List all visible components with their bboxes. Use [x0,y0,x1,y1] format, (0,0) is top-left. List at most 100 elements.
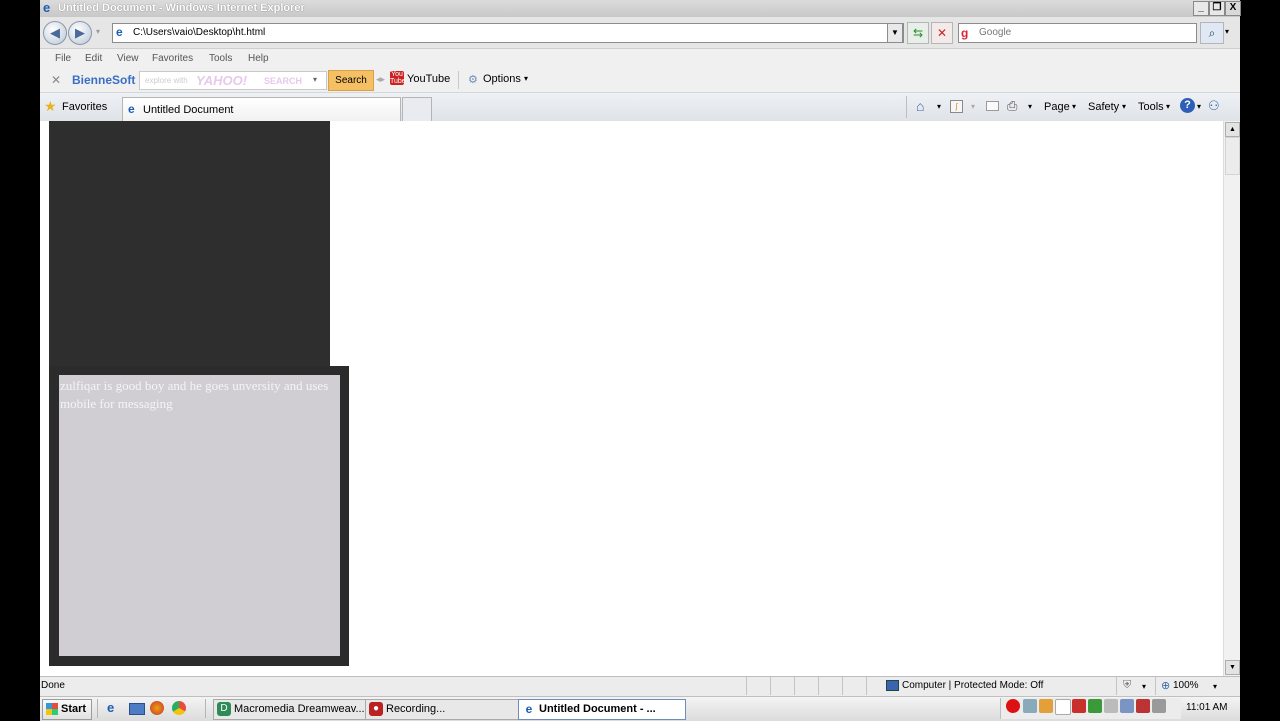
acrobat-tray-icon[interactable] [1072,699,1086,713]
print-icon[interactable]: ⎙ [1007,98,1017,114]
network-disconnected-icon[interactable] [1136,699,1150,713]
zone-text[interactable]: Computer | Protected Mode: Off [902,680,1043,691]
forward-button[interactable]: ▶ [68,21,92,45]
tab-label: Untitled Document [143,104,234,116]
status-divider-2 [1155,677,1156,695]
search-options-chevron-icon[interactable]: ▾ [1225,27,1229,36]
restore-button[interactable]: ❐ [1209,1,1225,16]
toolbar-divider [458,71,459,89]
menu-view[interactable]: View [117,53,139,64]
security-tray-icon[interactable] [1088,699,1102,713]
youtube-icon: You Tube [390,71,406,85]
ie-quicklaunch-icon[interactable]: e [107,700,114,715]
help-icon[interactable]: ? [1180,98,1195,113]
mail-icon[interactable] [986,101,999,111]
record-tray-icon[interactable] [1006,699,1020,713]
address-text: C:\Users\vaio\Desktop\ht.html [133,27,266,38]
task-untitled-document[interactable]: e Untitled Document - ... [518,699,686,720]
search-go-button[interactable]: ⌕ [1200,22,1224,44]
windows-logo-icon [46,703,58,715]
zoom-level[interactable]: 100% [1173,680,1199,691]
task-dreamweaver[interactable]: D Macromedia Dreamweav... [213,699,378,720]
chrome-icon[interactable] [172,701,186,715]
status-pane-6 [866,677,885,695]
zoom-chevron-icon[interactable]: ▾ [1213,682,1217,691]
vertical-scrollbar[interactable]: ▲ ▼ [1223,121,1240,676]
status-bar: Done Computer | Protected Mode: Off ⛨ ▾ … [40,676,1240,696]
volume-icon[interactable] [1152,699,1166,713]
safety-chevron-icon[interactable]: ▾ [1122,102,1126,111]
address-bar[interactable]: e C:\Users\vaio\Desktop\ht.html [112,23,904,43]
title-bar: e Untitled Document - Windows Internet E… [40,0,1241,17]
back-button[interactable]: ◀ [43,21,67,45]
refresh-button[interactable]: ⇆ [907,22,929,44]
favorites-button[interactable]: Favorites [62,101,107,113]
protected-mode-icon[interactable]: ⛨ [1123,679,1131,692]
status-pane-2 [770,677,791,695]
tools-chevron-icon[interactable]: ▾ [1166,102,1170,111]
youtube-link[interactable]: YouTube [407,73,450,85]
clock[interactable]: 11:01 AM [1186,702,1228,713]
tray-icon-8[interactable] [1120,699,1134,713]
stop-button[interactable]: ✕ [931,22,953,44]
window-title: Untitled Document - Windows Internet Exp… [58,2,305,14]
page-chevron-icon[interactable]: ▾ [1072,102,1076,111]
text-box: zulfiqar is good boy and he goes unversi… [59,375,340,656]
feeds-chevron-icon[interactable]: ▾ [971,102,975,111]
scroll-up-arrow-icon[interactable]: ▲ [1225,122,1240,137]
menu-favorites[interactable]: Favorites [152,53,193,64]
recent-pages-chevron-icon[interactable]: ▾ [96,27,100,36]
print-chevron-icon[interactable]: ▾ [1028,102,1032,111]
close-toolbar-icon[interactable]: ✕ [51,73,61,87]
scroll-down-arrow-icon[interactable]: ▼ [1225,660,1240,675]
menu-help[interactable]: Help [248,53,269,64]
status-pane-5 [842,677,863,695]
start-button[interactable]: Start [42,699,92,720]
document-tray-icon[interactable] [1055,699,1071,715]
biennesoft-brand: BienneSoft [72,73,136,87]
favorites-star-icon: ★ [44,98,57,114]
close-window-button[interactable]: X [1225,1,1241,16]
home-chevron-icon[interactable]: ▾ [937,102,941,111]
tools-menu[interactable]: Tools [1138,101,1164,113]
task-label: Recording... [386,703,446,715]
page-menu[interactable]: Page [1044,101,1070,113]
menu-edit[interactable]: Edit [85,53,102,64]
start-label: Start [61,703,87,715]
tab-ie-icon: e [128,102,135,116]
options-button[interactable]: Options [483,73,521,85]
research-icon[interactable]: ⚇ [1208,98,1220,114]
help-chevron-icon[interactable]: ▾ [1197,102,1201,111]
options-chevron-icon[interactable]: ▾ [524,74,528,83]
zoom-icon[interactable]: ⊕ [1161,679,1170,692]
yahoo-search-input[interactable]: explore with YAHOO! SEARCH ▾ [139,71,327,90]
task-label: Macromedia Dreamweav... [234,703,365,715]
utility-tray-icon[interactable] [1039,699,1053,713]
search-button[interactable]: Search [328,70,374,91]
tray-icon-7[interactable] [1104,699,1118,713]
minimize-button[interactable]: _ [1193,1,1209,16]
safety-menu[interactable]: Safety [1088,101,1119,113]
status-divider [1116,677,1117,695]
scroll-thumb[interactable] [1225,137,1240,175]
show-desktop-icon[interactable] [129,703,145,715]
protected-chevron-icon[interactable]: ▾ [1142,682,1146,691]
task-recording[interactable]: ● Recording... [365,699,534,720]
status-pane-1 [746,677,767,695]
network-tray-icon[interactable] [1023,699,1037,713]
command-divider [906,96,907,118]
resize-handle-icon[interactable]: ◂▸ [376,74,385,85]
yahoo-logo: YAHOO! [196,73,248,88]
new-tab-button[interactable] [402,97,432,121]
page-viewport: zulfiqar is good boy and he goes unversi… [40,121,1223,676]
yahoo-dropdown-icon[interactable]: ▾ [313,75,317,84]
recording-icon: ● [369,702,383,716]
firefox-icon[interactable] [150,701,164,715]
address-dropdown-button[interactable]: ▼ [887,23,903,43]
menu-file[interactable]: File [55,53,71,64]
tab-untitled-document[interactable]: e Untitled Document [122,97,401,121]
menu-tools[interactable]: Tools [209,53,232,64]
search-input[interactable]: g Google [958,23,1197,43]
home-icon[interactable]: ⌂ [916,98,924,114]
feeds-icon[interactable]: ʃ [950,100,963,113]
